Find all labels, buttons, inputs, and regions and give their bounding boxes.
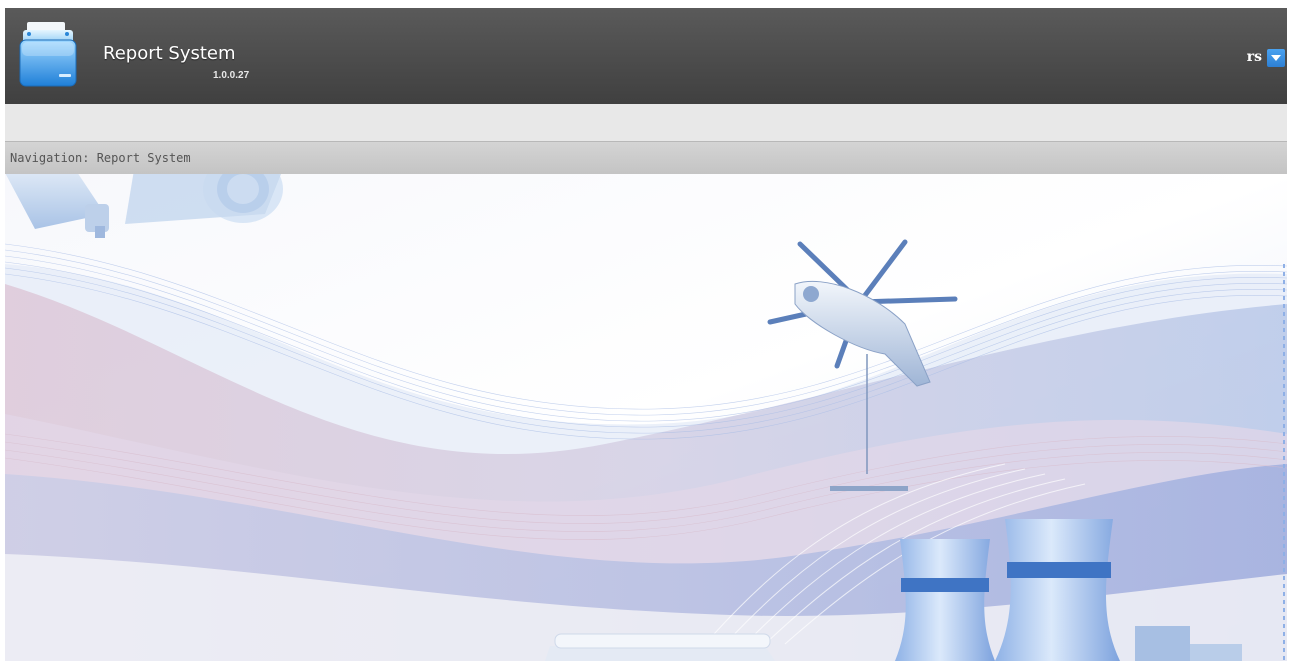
chevron-down-icon: [1271, 55, 1281, 61]
app-version: 1.0.0.27: [213, 70, 250, 81]
breadcrumb-text: Navigation: Report System: [10, 151, 191, 165]
folder-drawer-icon: [17, 20, 79, 88]
user-menu[interactable]: rs: [1227, 48, 1287, 68]
toolbar-strip: [5, 104, 1287, 141]
industry-banner-illustration: [5, 174, 1287, 661]
app-title: Report System: [103, 43, 236, 64]
train-icon: [545, 633, 775, 661]
username-label[interactable]: rs: [1247, 49, 1262, 65]
app-header: Report System 1.0.0.27 rs: [5, 8, 1287, 104]
breadcrumb: Navigation: Report System: [5, 141, 1287, 174]
app-window: Report System 1.0.0.27 rs Navigation: Re…: [5, 8, 1287, 661]
user-dropdown-button[interactable]: [1267, 49, 1285, 67]
